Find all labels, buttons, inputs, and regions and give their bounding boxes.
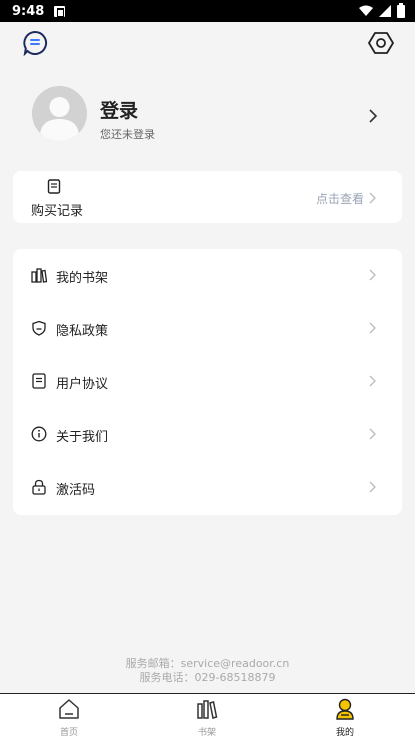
home-icon [59,699,79,719]
menu-item-bookshelf[interactable]: 我的书架 [13,249,402,302]
menu-item-activation-code[interactable]: 激活码 [13,461,402,514]
nav-tab-label: 我的 [335,728,354,737]
menu-item-label: 隐私政策 [56,324,109,339]
login-subtitle: 您还未登录 [100,128,155,141]
menu-item-about-us[interactable]: 关于我们 [13,408,402,461]
nav-tab-label: 首页 [59,728,78,737]
service-email: 服务邮箱：service@readoor.cn [125,657,290,670]
menu-card: 我的书架 隐私政策 用户协议 关于我们 激活码 [13,249,402,515]
menu-item-label: 用户协议 [56,377,109,392]
nav-tab-label: 书架 [197,728,216,737]
chevron-right-icon [369,375,376,387]
footer-contact: 服务邮箱：service@readoor.cn 服务电话：029-6851887… [0,657,415,685]
profile-login-row[interactable]: 登录 您还未登录 [32,86,392,142]
status-time: 9:48 [12,3,45,19]
purchase-records-card[interactable]: 购买记录 点击查看 [13,171,402,223]
shield-icon [32,320,46,336]
login-title: 登录 [100,100,139,122]
books-icon [197,700,218,719]
service-phone: 服务电话：029-68518879 [139,671,276,684]
chevron-right-icon [369,109,378,123]
battery-icon [397,2,405,18]
default-avatar-icon [32,86,87,141]
nav-tab-mine[interactable]: 我的 [315,698,375,737]
status-indicators [359,2,405,18]
menu-item-user-agreement[interactable]: 用户协议 [13,355,402,408]
status-bar: 9:48 [0,0,415,22]
settings-icon[interactable] [368,30,394,56]
purchase-records-label: 购买记录 [31,204,84,219]
chevron-right-icon [369,322,376,334]
notification-icon [54,5,66,17]
view-purchases-link[interactable]: 点击查看 [316,190,364,207]
menu-item-label: 激活码 [56,483,96,498]
wifi-icon [359,5,373,16]
bookshelf-icon [31,268,47,283]
avatar [32,86,87,141]
info-icon [31,426,47,442]
chevron-right-icon [369,428,376,440]
message-icon[interactable] [22,30,48,56]
lock-icon [32,479,46,495]
document-icon [32,373,46,389]
nav-tab-home[interactable]: 首页 [39,698,99,737]
menu-item-label: 关于我们 [56,430,109,445]
chevron-right-icon [369,269,376,281]
menu-item-privacy-policy[interactable]: 隐私政策 [13,302,402,355]
menu-item-label: 我的书架 [56,271,109,286]
bottom-nav: 首页 书架 我的 [0,693,415,737]
chevron-right-icon [369,192,376,204]
nav-tab-bookshelf[interactable]: 书架 [177,698,237,737]
receipt-icon [47,179,61,194]
user-icon [336,698,354,720]
signal-icon [379,5,391,17]
chevron-right-icon [369,481,376,493]
